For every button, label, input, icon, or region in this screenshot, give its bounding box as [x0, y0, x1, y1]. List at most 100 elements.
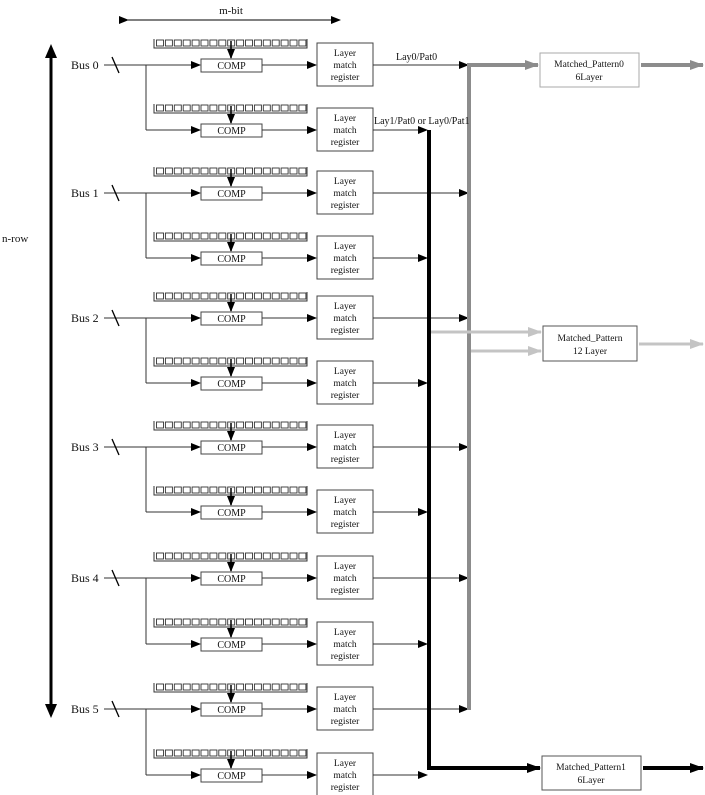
bit-cell [209, 618, 218, 626]
bit-cell [253, 421, 262, 429]
bit-cell [280, 749, 289, 757]
bit-cell [280, 39, 289, 47]
bit-cell [191, 167, 200, 175]
bit-cell [298, 421, 307, 429]
m-bit-dimension: m-bit [119, 5, 341, 24]
register-label-line: Layer [334, 367, 357, 377]
bit-cell [164, 618, 173, 626]
bit-cell [245, 552, 253, 560]
pattern-row-4: COMP Layer match register [146, 292, 469, 340]
bit-cell [164, 421, 173, 429]
bit-cell [271, 552, 280, 560]
bit-cell [173, 104, 182, 112]
pattern-row-1: COMP Layer match register [146, 104, 428, 152]
pattern-row-9: COMP Layer match register [146, 618, 428, 666]
bit-cell [289, 486, 298, 494]
bit-cell [280, 104, 289, 112]
register-label-line: match [333, 640, 356, 650]
bit-cell [209, 39, 218, 47]
bit-cell [200, 683, 209, 691]
bit-cell [182, 683, 191, 691]
bit-cell [218, 39, 227, 47]
bit-cell [271, 421, 280, 429]
bit-cell [209, 292, 218, 300]
bit-cell [182, 421, 191, 429]
bit-cell [271, 167, 280, 175]
bit-cell [182, 357, 191, 365]
bit-cell [164, 749, 173, 757]
bit-cell [200, 104, 209, 112]
bit-cell [253, 167, 262, 175]
bit-cell [173, 486, 182, 494]
register-label-line: register [331, 326, 360, 336]
bus-label: Bus 3 [71, 440, 99, 454]
bit-cell [280, 552, 289, 560]
bit-cell [200, 357, 209, 365]
comp-label: COMP [217, 508, 246, 519]
bit-cell [245, 104, 253, 112]
register-label-line: register [331, 520, 360, 530]
bit-cell [253, 232, 262, 240]
register-label-line: register [331, 783, 360, 793]
register-label-line: match [333, 705, 356, 715]
bus-group-1: Bus 1 COMP Layer match register COMP Layer matc… [71, 167, 469, 280]
pattern-row-8: COMP Layer match register [146, 552, 469, 600]
bit-cell [298, 292, 307, 300]
bit-cell [191, 104, 200, 112]
register-label-line: register [331, 266, 360, 276]
bit-cell [200, 486, 209, 494]
upper-output-label: Lay0/Pat0 [396, 52, 437, 63]
comp-label: COMP [217, 771, 246, 782]
bit-cell [289, 292, 298, 300]
register-label-line: register [331, 201, 360, 211]
bit-cell [209, 552, 218, 560]
matched-pattern-1-title: Matched_Pattern1 [556, 763, 626, 773]
register-label-line: match [333, 254, 356, 264]
register-label-line: match [333, 508, 356, 518]
bit-cell [253, 104, 262, 112]
register-label-line: Layer [334, 114, 357, 124]
bit-cell [209, 232, 218, 240]
register-label-line: Layer [334, 177, 357, 187]
bit-cell [280, 167, 289, 175]
bit-cell [280, 618, 289, 626]
register-label-line: match [333, 771, 356, 781]
bit-cell [191, 618, 200, 626]
bit-cell [236, 104, 245, 112]
bit-cell [173, 232, 182, 240]
bit-cell [191, 232, 200, 240]
bit-cell [262, 683, 271, 691]
bit-cell [156, 749, 164, 757]
register-label-line: Layer [334, 242, 357, 252]
bit-cell [262, 486, 271, 494]
bit-cell [253, 749, 262, 757]
bit-cell [289, 421, 298, 429]
bit-cell [271, 618, 280, 626]
bit-cell [262, 104, 271, 112]
bit-cell [218, 292, 227, 300]
bit-cell [209, 421, 218, 429]
output-matched-pattern-0: Matched_Pattern0 6Layer [539, 52, 704, 88]
bit-cell [218, 104, 227, 112]
bit-cell [218, 232, 227, 240]
register-label-line: register [331, 717, 360, 727]
bit-cell [236, 421, 245, 429]
bus-label: Bus 5 [71, 702, 99, 716]
bit-cell [218, 486, 227, 494]
bit-cell [182, 167, 191, 175]
bit-cell [298, 749, 307, 757]
bit-cell [182, 104, 191, 112]
bit-cell [156, 486, 164, 494]
bit-cell [289, 232, 298, 240]
bit-cell [245, 39, 253, 47]
bit-cell [262, 232, 271, 240]
bit-cell [245, 421, 253, 429]
bit-cell [271, 232, 280, 240]
bit-cell [236, 357, 245, 365]
bit-cell [280, 292, 289, 300]
pattern-row-3: COMP Layer match register [146, 232, 428, 280]
register-label-line: Layer [334, 628, 357, 638]
bit-cell [191, 421, 200, 429]
matched-pattern-12-subtitle: 12 Layer [573, 347, 608, 357]
register-label-line: register [331, 652, 360, 662]
